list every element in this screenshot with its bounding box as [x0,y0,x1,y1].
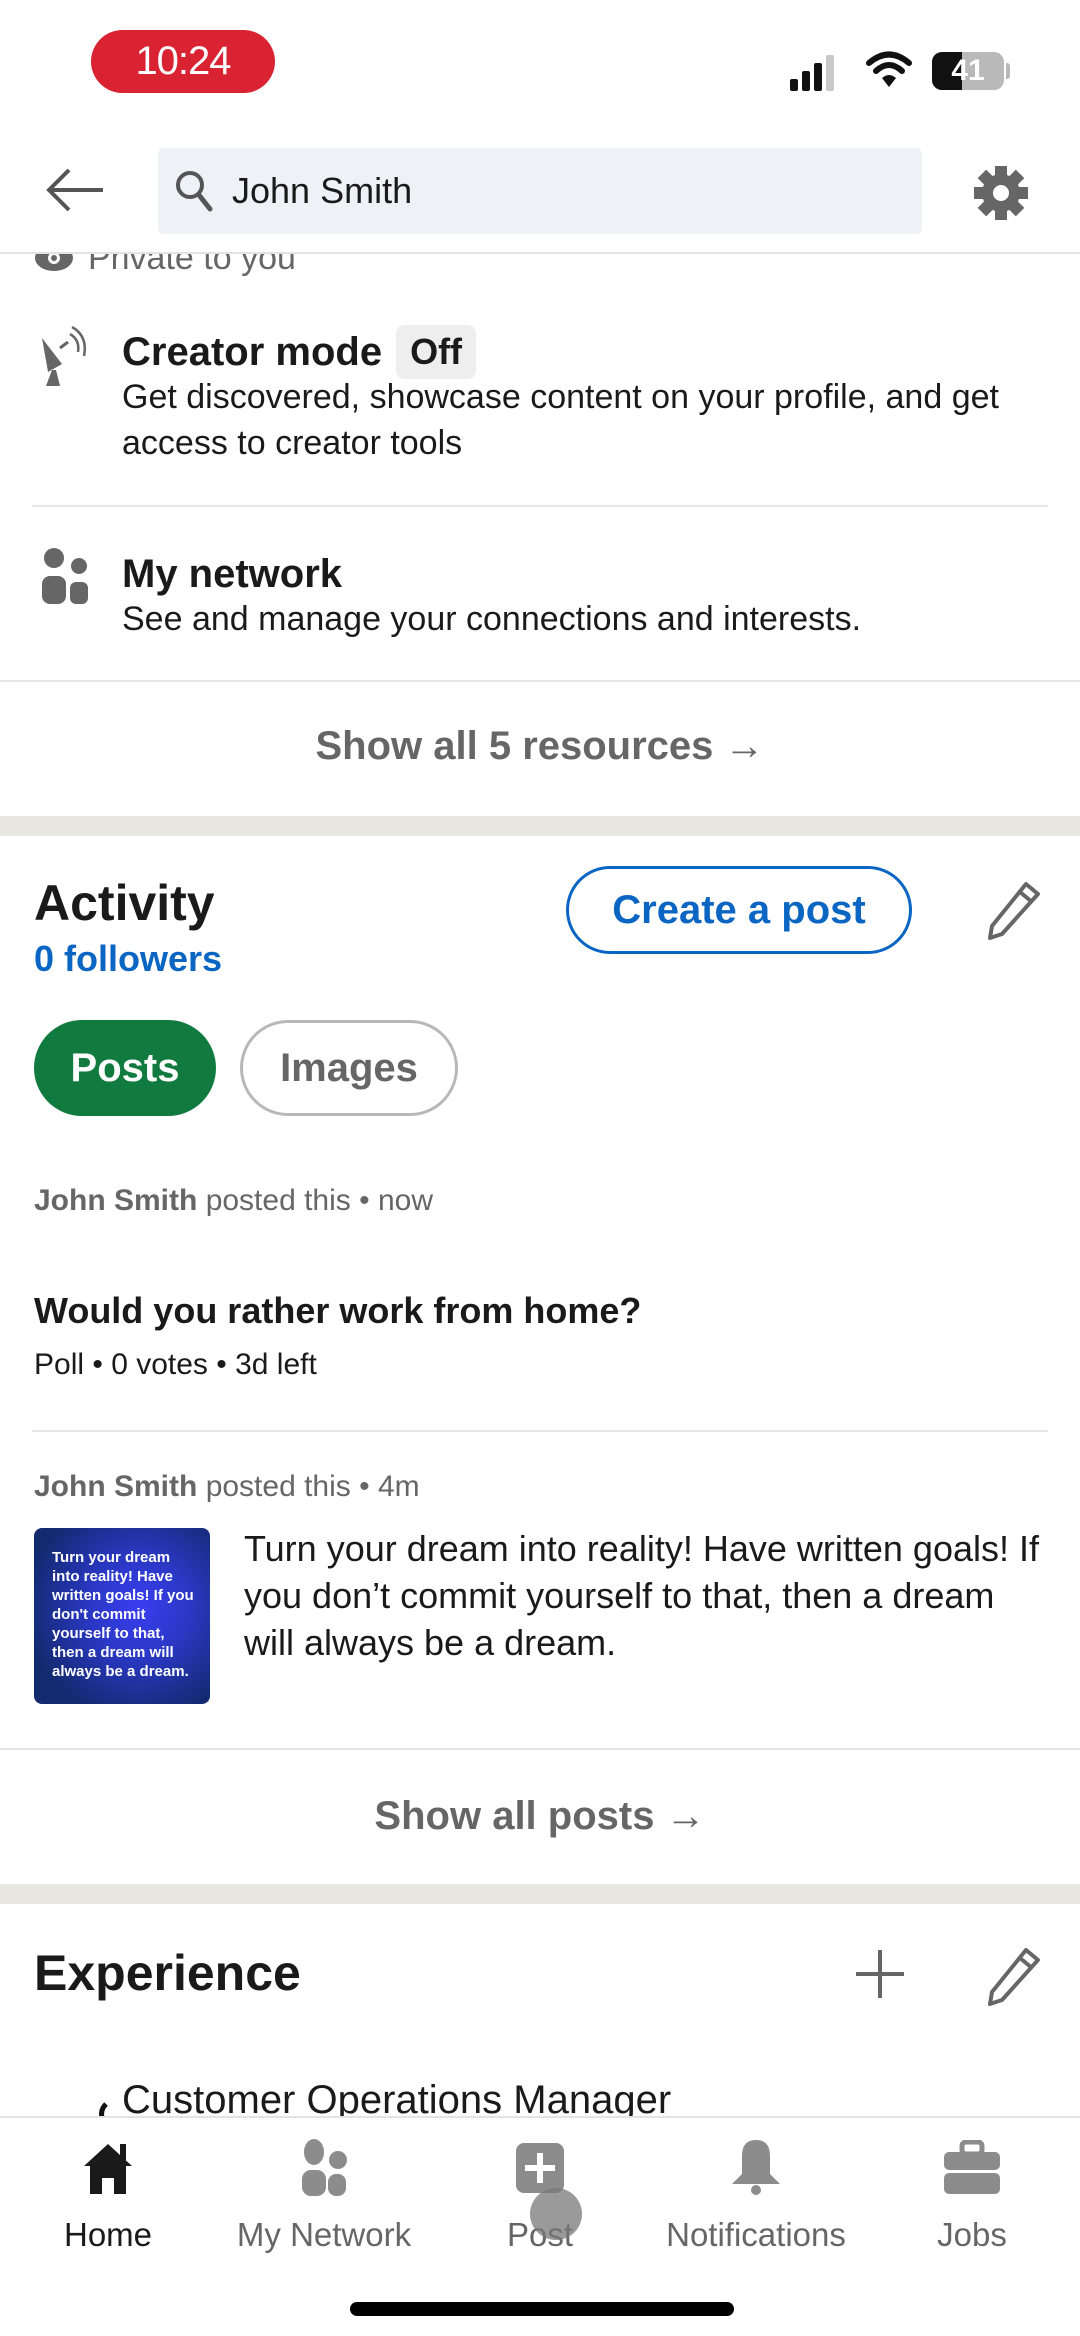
post-meta: John Smith posted this • now [34,1184,433,1218]
nav-label: Notifications [666,2216,846,2253]
show-all-resources-link[interactable]: Show all 5 resources → [0,724,1080,769]
satellite-dish-icon [42,325,86,386]
divider [32,1430,1048,1432]
section-separator [0,1884,1080,1904]
people-icon [42,548,88,604]
creator-mode-status-badge: Off [396,325,477,379]
activity-title: Activity [34,875,215,931]
gear-icon [974,166,1028,220]
nav-label: Home [63,2216,153,2253]
post-time: now [377,1184,434,1217]
resource-my-network[interactable]: My network See and manage your connectio… [0,540,1080,670]
post-text[interactable]: Turn your dream into reality! Have writt… [244,1525,1044,1666]
post-author[interactable]: John Smith [34,1470,197,1503]
filter-posts-tab[interactable]: Posts [34,1020,216,1116]
experience-title: Experience [34,1945,301,2001]
resource-description: Get discovered, showcase content on your… [122,378,999,462]
dot-separator: • [359,1470,370,1503]
briefcase-icon [944,2140,1000,2194]
settings-button[interactable] [968,160,1034,226]
edit-activity-button[interactable] [982,878,1046,942]
post-meta: John Smith posted this • 4m [34,1470,420,1504]
status-time: 10:24 [91,30,275,93]
edit-experience-button[interactable] [982,1944,1046,2008]
status-bar: 10:24 41 [0,0,1080,130]
nav-my-network[interactable]: My Network [224,2138,424,2258]
poll-question[interactable]: Would you rather work from home? [34,1290,641,1332]
poll-info: Poll • 0 votes • 3d left [34,1348,317,1381]
wifi-icon [866,50,912,90]
my-network-title: My network [122,551,343,596]
top-nav: John Smith [0,130,1080,254]
section-separator [0,816,1080,836]
divider [32,505,1048,507]
filter-images-tab[interactable]: Images [240,1020,458,1116]
bell-icon [732,2140,780,2195]
back-button[interactable] [40,160,110,220]
post-author[interactable]: John Smith [34,1184,197,1217]
touch-indicator [530,2188,582,2240]
search-value: John Smith [232,170,413,211]
create-post-button[interactable]: Create a post [566,866,912,954]
post-thumbnail[interactable]: Turn your dream into reality! Have writt… [34,1528,210,1704]
people-icon [302,2139,347,2196]
cellular-signal-icon [790,55,836,91]
add-experience-button[interactable] [848,1942,912,2006]
plus-icon [856,1950,904,1998]
nav-label: My Network [236,2216,412,2253]
search-icon [170,167,218,215]
plus-square-icon [516,2143,564,2193]
battery-tip [1006,63,1010,79]
pencil-icon [988,882,1040,940]
nav-label: Jobs [937,2216,1007,2253]
resource-creator-mode[interactable]: Creator mode Off Get discovered, showcas… [0,318,1080,498]
arrow-left-icon [46,168,103,212]
pencil-icon [988,1948,1040,2006]
post-action: posted this [205,1184,351,1217]
home-indicator[interactable] [350,2302,734,2316]
divider [0,680,1080,682]
dot-separator: • [359,1184,370,1217]
home-icon [84,2144,132,2194]
nav-jobs[interactable]: Jobs [872,2138,1072,2258]
post-time: 4m [377,1470,420,1503]
divider [0,1748,1080,1750]
followers-link[interactable]: 0 followers [34,938,222,980]
resource-title: Creator mode Off [122,322,477,382]
post-action: posted this [205,1470,351,1503]
battery-level: 41 [951,54,985,87]
battery-icon: 41 [932,52,1004,90]
resource-description: See and manage your connections and inte… [122,600,862,638]
creator-mode-title: Creator mode [122,329,383,374]
show-all-posts-link[interactable]: Show all posts → [0,1794,1080,1839]
nav-home[interactable]: Home [8,2138,208,2258]
nav-notifications[interactable]: Notifications [656,2138,856,2258]
search-input[interactable]: John Smith [158,148,922,234]
